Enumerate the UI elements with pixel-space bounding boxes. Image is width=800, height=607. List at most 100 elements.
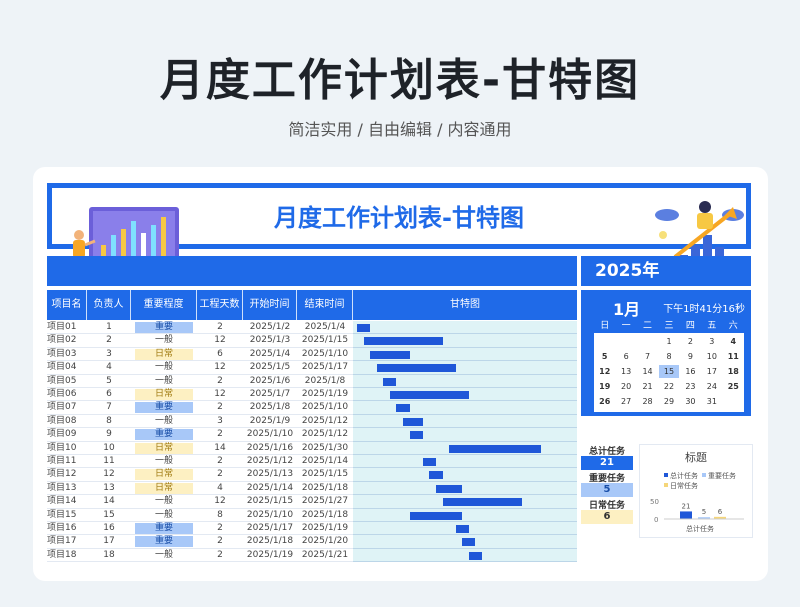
owner-cell: 9 [87,428,131,442]
calendar-widget: 1月 下午1时41分16秒 日一二三四五六 1 2 3 4 5 6 7 8 9 10 11 12 13 14… [581,290,751,416]
calendar-day[interactable]: 30 [681,395,700,408]
days-cell: 2 [197,321,243,335]
gantt-bar [376,364,456,373]
days-cell: 2 [197,375,243,388]
gantt-bar [409,431,423,440]
calendar-day[interactable]: 25 [724,380,743,393]
name-cell: 项目01 [47,321,87,335]
weekday-header: 六 [722,320,744,333]
calendar-day[interactable]: 31 [702,395,721,408]
calendar-day[interactable]: 5 [595,350,614,363]
table-row: 项目06 6 日常 12 2025/1/7 2025/1/19 [47,388,577,402]
table-row: 项目04 4 一般 12 2025/1/5 2025/1/17 [47,361,577,375]
column-header-owner: 负责人 [87,290,131,320]
calendar-day[interactable]: 3 [702,335,721,348]
summary-chart-svg: 标题总计任务 重要任务日常任务 50 0 21 5 6 总计任务 [650,450,744,533]
table-row: 项目03 3 日常 6 2025/1/4 2025/1/10 [47,347,577,362]
importance-cell: 重要 [131,321,197,335]
calendar-day[interactable]: 17 [702,365,721,378]
start-cell: 2025/1/17 [243,522,297,536]
days-cell: 3 [197,415,243,429]
importance-cell: 一般 [131,375,197,388]
gantt-track [353,388,577,402]
gantt-track [353,441,577,455]
calendar-day[interactable]: 4 [724,335,743,348]
calendar-day[interactable]: 7 [638,350,657,363]
calendar-day[interactable]: 13 [616,365,635,378]
days-cell: 6 [197,348,243,362]
importance-cell: 一般 [131,495,197,509]
weekday-header: 日 [594,320,616,333]
calendar-day[interactable]: 6 [616,350,635,363]
table-row: 项目18 18 一般 2 2025/1/19 2025/1/21 [47,548,577,563]
name-cell: 项目03 [47,348,87,362]
importance-badge: 一般 [135,362,193,374]
calendar-day[interactable]: 29 [659,395,678,408]
importance-badge: 重要 [135,402,193,414]
start-cell: 2025/1/14 [243,482,297,496]
table-row: 项目05 5 一般 2 2025/1/6 2025/1/8 [47,374,577,388]
importance-badge: 日常 [135,442,193,454]
calendar-day[interactable]: 18 [724,365,743,378]
calendar-day[interactable]: 23 [681,380,700,393]
table-row: 项目08 8 一般 3 2025/1/9 2025/1/12 [47,414,577,429]
calendar-day[interactable]: 16 [681,365,700,378]
start-cell: 2025/1/10 [243,509,297,522]
name-cell: 项目10 [47,442,87,455]
gantt-track [353,535,577,549]
category-label: 总计任务 [686,524,714,533]
importance-cell: 日常 [131,348,197,362]
owner-cell: 3 [87,348,131,362]
calendar-day[interactable]: 24 [702,380,721,393]
end-cell: 2025/1/12 [297,428,353,442]
owner-cell: 14 [87,495,131,509]
calendar-day[interactable]: 1 [659,335,678,348]
legend-label: 日常任务 [670,481,698,490]
owner-cell: 5 [87,375,131,388]
calendar-day[interactable]: 12 [595,365,614,378]
calendar-day[interactable]: 8 [659,350,678,363]
gantt-bar [468,551,483,560]
stat-value: 6 [581,510,633,524]
start-cell: 2025/1/3 [243,334,297,348]
calendar-day[interactable]: 14 [638,365,657,378]
days-cell: 12 [197,495,243,509]
end-cell: 2025/1/15 [297,334,353,348]
calendar-day[interactable]: 2 [681,335,700,348]
importance-cell: 日常 [131,442,197,455]
name-cell: 项目18 [47,549,87,563]
gantt-track [353,321,577,335]
calendar-day[interactable]: 27 [616,395,635,408]
calendar-day[interactable]: 20 [616,380,635,393]
calendar-day[interactable]: 9 [681,350,700,363]
importance-badge: 重要 [135,322,193,333]
legend-label: 重要任务 [708,471,736,480]
calendar-day[interactable]: 22 [659,380,678,393]
calendar-day[interactable]: 21 [638,380,657,393]
gantt-track [353,455,577,469]
gantt-bar [383,377,397,386]
calendar-day[interactable]: 26 [595,395,614,408]
table-row: 项目09 9 重要 2 2025/1/10 2025/1/12 [47,428,577,442]
end-cell: 2025/1/17 [297,361,353,375]
calendar-day[interactable]: 10 [702,350,721,363]
start-cell: 2025/1/8 [243,401,297,415]
importance-badge: 重要 [135,523,193,534]
start-cell: 2025/1/19 [243,549,297,563]
calendar-day[interactable]: 19 [595,380,614,393]
gantt-bar [370,350,410,359]
gantt-bar [455,525,469,533]
days-cell: 12 [197,388,243,402]
start-cell: 2025/1/10 [243,428,297,442]
name-cell: 项目12 [47,468,87,482]
name-cell: 项目15 [47,509,87,522]
year-label: 2025年 [581,256,751,286]
calendar-day[interactable]: 11 [724,350,743,363]
calendar-grid: 日一二三四五六 1 2 3 4 5 6 7 8 9 10 11 12 13 14 15 16 17 18 19 20 21… [594,320,744,412]
calendar-day[interactable]: 15 [659,365,679,378]
name-cell: 项目05 [47,375,87,388]
gantt-bar [363,337,443,346]
calendar-day[interactable]: 28 [638,395,657,408]
importance-cell: 一般 [131,509,197,522]
owner-cell: 12 [87,468,131,482]
